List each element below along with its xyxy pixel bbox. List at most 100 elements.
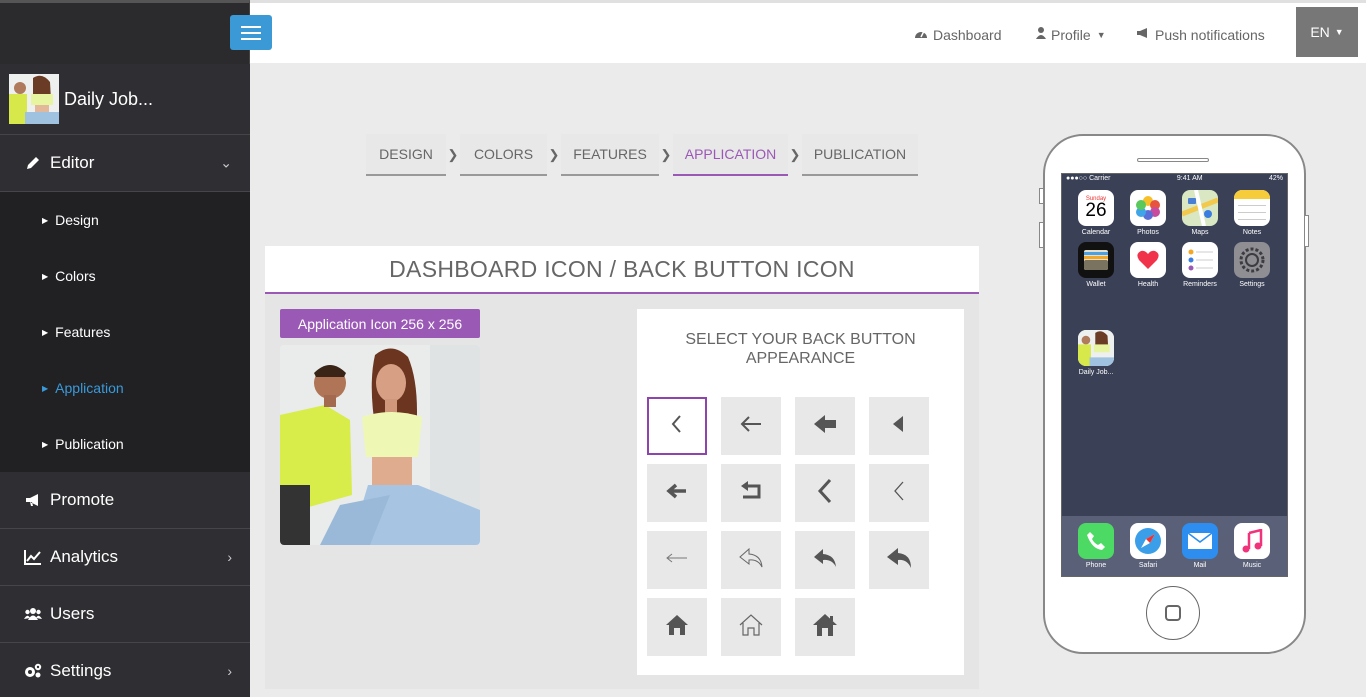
step-features[interactable]: FEATURES: [561, 134, 659, 176]
step-colors[interactable]: COLORS: [460, 134, 547, 176]
step-label: APPLICATION: [684, 146, 777, 162]
back-button-selector: SELECT YOUR BACK BUTTON APPEARANCE: [637, 309, 964, 675]
chevron-right-icon: ›: [227, 549, 232, 565]
app-label: Safari: [1138, 562, 1158, 569]
chevron-right-icon: ❯: [789, 147, 801, 162]
home-bold-icon: [811, 611, 839, 644]
back-option-8[interactable]: [869, 464, 929, 522]
back-option-1[interactable]: [647, 397, 707, 455]
app-label: Notes: [1242, 229, 1262, 236]
application-icon-image[interactable]: [280, 345, 480, 545]
sidebar-item-users[interactable]: Users: [0, 586, 250, 643]
nav-push-notifications[interactable]: Push notifications: [1136, 6, 1265, 63]
language-dropdown[interactable]: EN ▼: [1296, 7, 1358, 57]
wallet-icon: [1078, 242, 1114, 278]
caret-right-icon: ▶: [42, 215, 49, 225]
app-label: Daily Job...: [1078, 369, 1114, 376]
battery-label: 42%: [1268, 175, 1283, 182]
submenu-label: Features: [55, 324, 111, 340]
submenu-item-features[interactable]: ▶ Features: [0, 304, 250, 360]
submenu-label: Colors: [55, 268, 96, 284]
application-icon-button[interactable]: Application Icon 256 x 256: [280, 309, 480, 338]
phone-screen: ●●●○○ Carrier 9:41 AM 42% Sunday 26 Cale…: [1061, 173, 1288, 577]
app-label: Music: [1242, 562, 1262, 569]
app-settings[interactable]: Settings: [1226, 242, 1278, 288]
phone-status-bar: ●●●○○ Carrier 9:41 AM 42%: [1062, 174, 1287, 185]
sidebar-item-editor[interactable]: Editor ⌄: [0, 135, 250, 192]
app-label: Reminders: [1183, 281, 1217, 288]
chevron-left-light-icon: [885, 477, 913, 510]
panel-title: DASHBOARD ICON / BACK BUTTON ICON: [265, 246, 979, 294]
back-option-7[interactable]: [795, 464, 855, 522]
app-wallet[interactable]: Wallet: [1070, 242, 1122, 288]
submenu-item-publication[interactable]: ▶ Publication: [0, 416, 250, 472]
dock-phone[interactable]: Phone: [1070, 523, 1122, 576]
nav-profile[interactable]: Profile ▼: [1036, 6, 1106, 63]
back-option-11[interactable]: [795, 531, 855, 589]
reminders-icon: [1182, 242, 1218, 278]
submenu-item-design[interactable]: ▶ Design: [0, 192, 250, 248]
sidebar-item-analytics[interactable]: Analytics ›: [0, 529, 250, 586]
chevron-left-thin-icon: [663, 410, 691, 443]
sidebar: Daily Job... Editor ⌄ ▶ Design ▶ Colors ▶ F…: [0, 0, 250, 697]
app-calendar[interactable]: Sunday 26 Calendar: [1070, 190, 1122, 236]
app-label: Photos: [1137, 229, 1159, 236]
back-option-12[interactable]: [869, 531, 929, 589]
icon-settings-panel: DASHBOARD ICON / BACK BUTTON ICON Applic…: [265, 246, 979, 689]
phone-dock: Phone Safari Mail Music: [1062, 516, 1287, 576]
step-publication[interactable]: PUBLICATION: [802, 134, 918, 176]
back-option-6[interactable]: [721, 464, 781, 522]
chevron-right-icon: ❯: [447, 147, 459, 162]
app-name: Daily Job...: [64, 88, 154, 109]
nav-profile-label: Profile: [1051, 26, 1091, 43]
home-outline-icon: [737, 611, 765, 644]
chevron-right-icon: ❯: [660, 147, 672, 162]
back-option-13[interactable]: [647, 598, 707, 656]
app-notes[interactable]: Notes: [1226, 190, 1278, 236]
step-label: PUBLICATION: [813, 146, 907, 162]
phone-home-button[interactable]: [1146, 586, 1200, 640]
nav-push-label: Push notifications: [1155, 26, 1265, 43]
dock-music[interactable]: Music: [1226, 523, 1278, 576]
reply-bold-icon: [885, 544, 913, 577]
app-label: Calendar: [1081, 229, 1111, 236]
arrow-left-solid-icon: [663, 477, 691, 510]
app-daily-job[interactable]: Daily Job...: [1070, 330, 1122, 376]
back-option-15[interactable]: [795, 598, 855, 656]
nav-dashboard[interactable]: Dashboard: [914, 6, 1002, 63]
app-reminders[interactable]: Reminders: [1174, 242, 1226, 288]
app-photos[interactable]: Photos: [1122, 190, 1174, 236]
phone-side-button: [1304, 215, 1309, 247]
submenu-item-application[interactable]: ▶ Application: [0, 360, 250, 416]
sidebar-item-settings[interactable]: Settings ›: [0, 643, 250, 697]
back-option-3[interactable]: [795, 397, 855, 455]
bullhorn-icon: [24, 491, 42, 509]
caret-right-icon: ▶: [42, 439, 49, 449]
app-label: Health: [1137, 281, 1159, 288]
sidebar-item-promote[interactable]: Promote: [0, 472, 250, 529]
app-health[interactable]: Health: [1122, 242, 1174, 288]
dock-mail[interactable]: Mail: [1174, 523, 1226, 576]
app-label: Mail: [1193, 562, 1207, 569]
back-option-2[interactable]: [721, 397, 781, 455]
back-option-14[interactable]: [721, 598, 781, 656]
app-maps[interactable]: Maps: [1174, 190, 1226, 236]
dock-safari[interactable]: Safari: [1122, 523, 1174, 576]
step-design[interactable]: DESIGN: [366, 134, 446, 176]
step-application[interactable]: APPLICATION: [673, 134, 788, 176]
safari-icon: [1130, 523, 1166, 559]
home-solid-icon: [663, 611, 691, 644]
caret-right-icon: ▶: [42, 327, 49, 337]
back-option-4[interactable]: [869, 397, 929, 455]
back-option-9[interactable]: [647, 531, 707, 589]
submenu-label: Application: [55, 380, 124, 396]
time-label: 9:41 AM: [1176, 175, 1203, 182]
back-option-5[interactable]: [647, 464, 707, 522]
back-option-10[interactable]: [721, 531, 781, 589]
notes-icon: [1234, 190, 1270, 226]
arrow-left-hairline-icon: [663, 544, 691, 577]
back-button-title: SELECT YOUR BACK BUTTON APPEARANCE: [685, 331, 916, 367]
app-selector[interactable]: Daily Job...: [0, 64, 250, 135]
submenu-item-colors[interactable]: ▶ Colors: [0, 248, 250, 304]
hamburger-menu-button[interactable]: [230, 15, 272, 50]
